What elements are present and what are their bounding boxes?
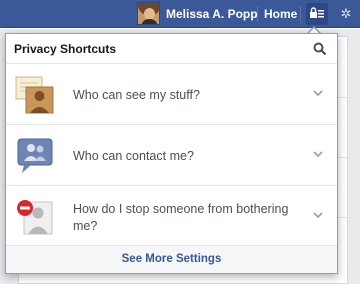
- gear-icon: ✲: [340, 6, 352, 21]
- top-navigation-bar: Melissa A. Popp Home ✲: [0, 0, 360, 28]
- user-avatar[interactable]: [137, 2, 160, 25]
- nav-divider: [257, 6, 258, 22]
- user-name-link[interactable]: Melissa A. Popp: [166, 7, 258, 21]
- block-user-icon: [17, 200, 53, 235]
- account-settings-button[interactable]: ✲: [336, 4, 356, 24]
- privacy-item-contact-me[interactable]: Who can contact me?: [6, 126, 337, 186]
- chevron-down-icon: [313, 151, 323, 158]
- nav-divider: [300, 6, 301, 22]
- privacy-item-stop-bothering[interactable]: How do I stop someone from bothering me?: [6, 187, 337, 247]
- chat-people-icon: [17, 138, 53, 173]
- lock-list-icon: [310, 7, 324, 18]
- see-more-settings-link[interactable]: See More Settings: [122, 253, 222, 265]
- popover-header: Privacy Shortcuts: [6, 34, 337, 64]
- popover-title: Privacy Shortcuts: [14, 42, 117, 56]
- privacy-shortcuts-button[interactable]: [306, 3, 328, 25]
- popover-footer: See More Settings: [6, 245, 337, 273]
- chevron-down-icon: [313, 90, 323, 97]
- chevron-down-icon: [313, 212, 323, 219]
- photo-profile-icon: [15, 76, 54, 114]
- privacy-item-see-my-stuff[interactable]: Who can see my stuff?: [6, 65, 337, 125]
- home-link[interactable]: Home: [264, 7, 297, 21]
- privacy-shortcuts-popover: Privacy Shortcuts Who can see my stuff?: [5, 33, 338, 274]
- privacy-item-label: Who can see my stuff?: [73, 88, 200, 102]
- privacy-item-label: Who can contact me?: [73, 149, 194, 163]
- search-icon[interactable]: [313, 42, 327, 56]
- privacy-item-label: How do I stop someone from bothering me?: [73, 202, 289, 233]
